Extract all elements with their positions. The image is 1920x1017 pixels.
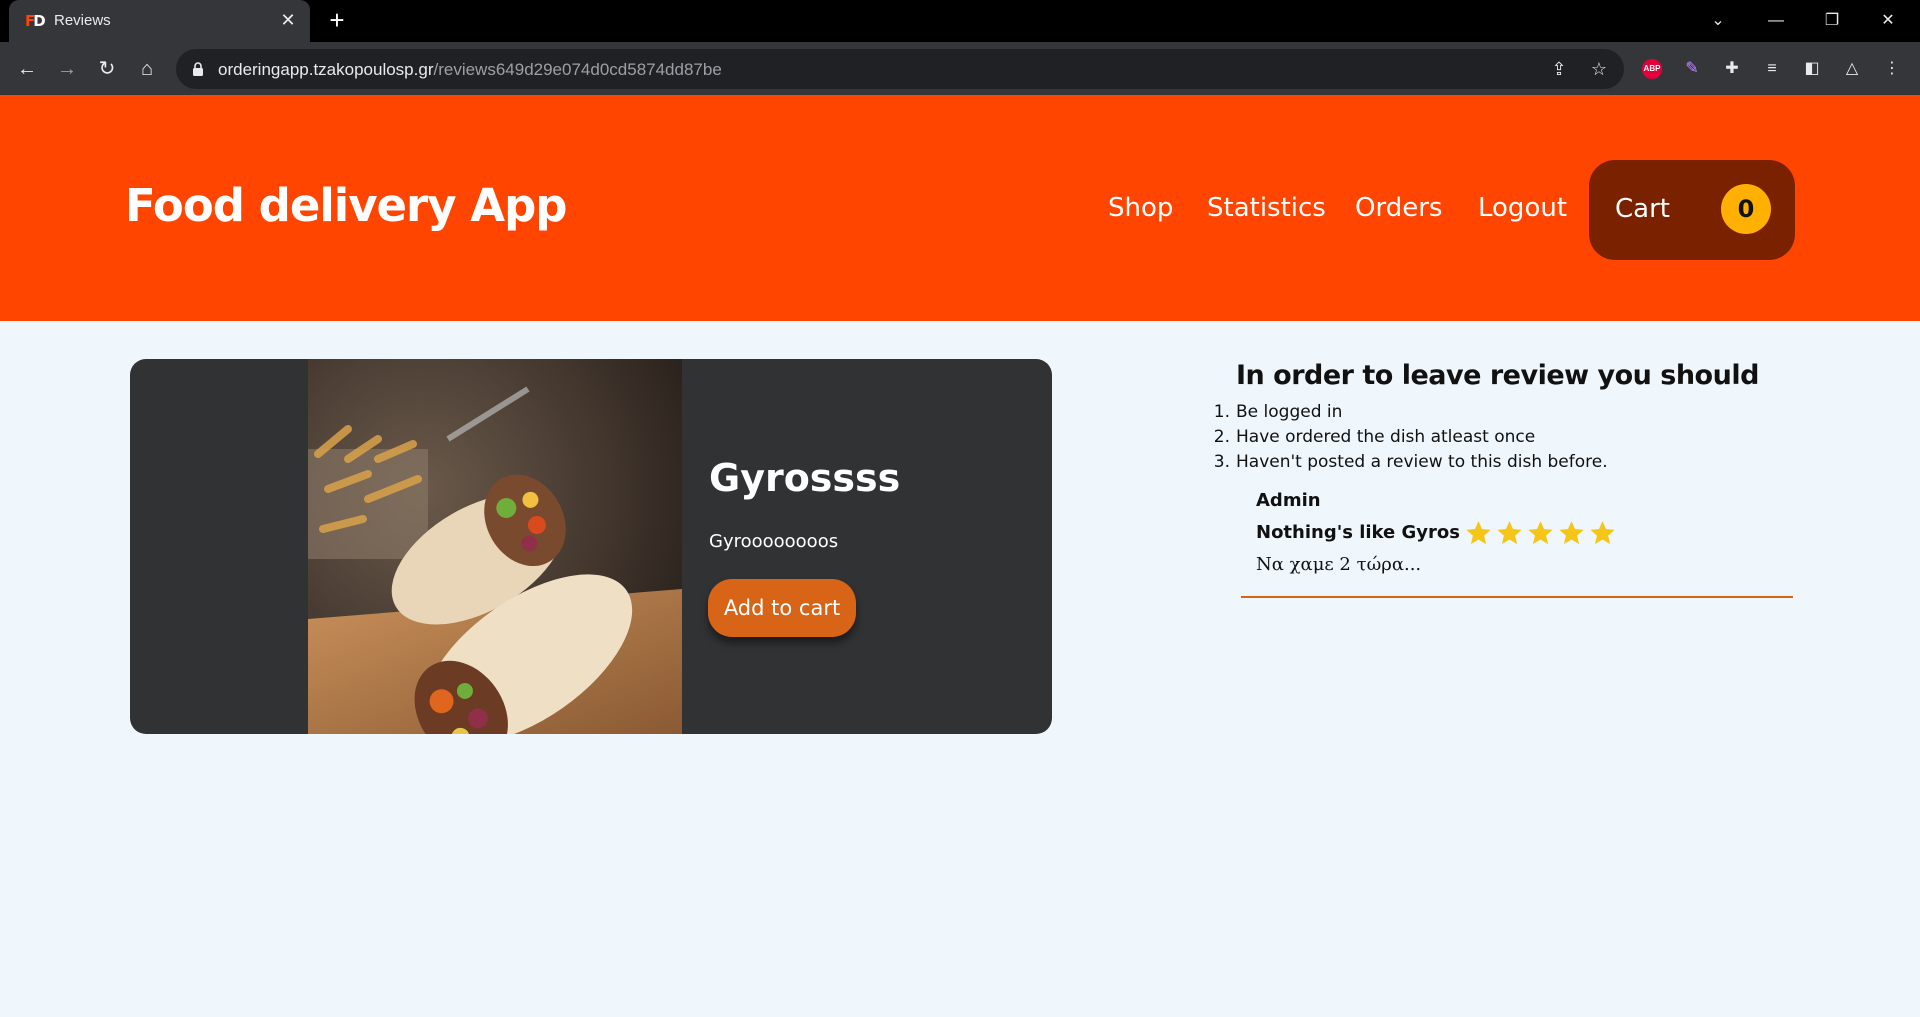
list-item: 2. Have ordered the dish atleast once (1213, 427, 1536, 447)
cart-button[interactable]: Cart 0 (1589, 160, 1795, 260)
reload-icon[interactable]: ↻ (92, 54, 122, 84)
browser-tab-strip: FD Reviews ✕ + ⌄ — ❐ ✕ (0, 0, 1920, 42)
bookmark-star-icon[interactable]: ☆ (1588, 58, 1610, 80)
nav-shop-link[interactable]: Shop (1108, 193, 1173, 223)
star-rating (1463, 519, 1618, 552)
list-item: 1. Be logged in (1213, 402, 1343, 422)
nav-statistics-link[interactable]: Statistics (1207, 193, 1326, 223)
side-panel-icon[interactable]: ◧ (1800, 57, 1824, 81)
review-title: Nothing's like Gyros (1256, 522, 1460, 543)
nav-orders-link[interactable]: Orders (1355, 193, 1442, 223)
address-bar[interactable]: orderingapp.tzakopoulosp.gr/reviews649d2… (176, 49, 1624, 89)
review-rules-list: 1. Be logged in 2. Have ordered the dish a… (1210, 400, 1608, 475)
back-icon[interactable]: ← (12, 54, 42, 84)
star-icon (1528, 521, 1553, 545)
add-to-cart-button[interactable]: Add to cart (708, 579, 856, 637)
dish-description: Gyroooooooos (709, 531, 839, 552)
home-icon[interactable]: ⌂ (132, 54, 162, 84)
url-text: orderingapp.tzakopoulosp.gr/reviews649d2… (218, 60, 722, 79)
tab-search-icon[interactable]: ⌄ (1696, 6, 1740, 36)
review-rules-heading: In order to leave review you should (1236, 360, 1759, 391)
new-tab-icon[interactable]: + (324, 7, 350, 34)
star-icon (1466, 521, 1491, 545)
dish-card: Gyrossss Gyroooooooos Add to cart (130, 359, 1052, 734)
browser-toolbar: ← → ↻ ⌂ orderingapp.tzakopoulosp.gr/revi… (0, 42, 1920, 95)
restore-icon[interactable]: ❐ (1810, 6, 1854, 36)
review-author: Admin (1256, 490, 1321, 511)
close-window-icon[interactable]: ✕ (1866, 6, 1910, 36)
profile-extension-icon[interactable]: △ (1840, 57, 1864, 81)
star-icon (1559, 521, 1584, 545)
extensions-puzzle-icon[interactable]: ✚ (1720, 57, 1744, 81)
forward-icon[interactable]: → (52, 54, 82, 84)
minimize-icon[interactable]: — (1754, 6, 1798, 36)
dish-image (308, 359, 682, 734)
star-icon (1590, 521, 1615, 545)
dish-title: Gyrossss (709, 456, 901, 500)
star-icon (1497, 521, 1522, 545)
feather-extension-icon[interactable]: ✎ (1680, 57, 1704, 81)
review-divider (1241, 596, 1793, 598)
nav-logout-link[interactable]: Logout (1478, 193, 1567, 223)
site-header: Food delivery App Shop Statistics Orders… (0, 95, 1920, 321)
cart-count-badge: 0 (1721, 184, 1771, 234)
adblock-extension-icon[interactable]: ABP (1642, 59, 1662, 79)
media-control-icon[interactable]: ≡ (1760, 57, 1784, 81)
browser-tab[interactable]: FD Reviews ✕ (9, 0, 310, 42)
review-body: Να χαμε 2 τώρα... (1256, 554, 1422, 575)
lock-icon (193, 62, 203, 76)
cart-label: Cart (1615, 194, 1670, 224)
site-favicon-icon: FD (25, 12, 46, 30)
browser-menu-icon[interactable]: ⋮ (1880, 57, 1904, 81)
share-icon[interactable]: ⇪ (1548, 58, 1570, 80)
tab-title: Reviews (54, 12, 111, 29)
close-tab-icon[interactable]: ✕ (278, 10, 298, 30)
list-item: 3. Haven't posted a review to this dish b… (1213, 452, 1608, 472)
site-title[interactable]: Food delivery App (125, 179, 568, 232)
